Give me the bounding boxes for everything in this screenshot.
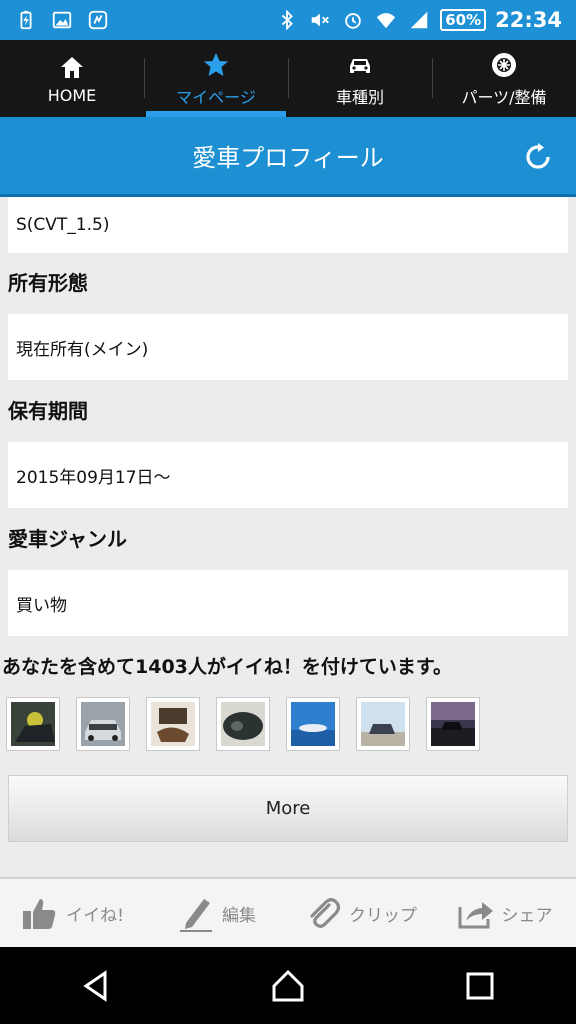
liker-avatar[interactable] (356, 697, 410, 751)
like-button[interactable]: イイね! (0, 879, 144, 947)
nav-home[interactable]: HOME (0, 40, 144, 117)
nav-car-type[interactable]: 車種別 (288, 40, 432, 117)
android-nav-bar (0, 947, 576, 1024)
liker-avatar[interactable] (146, 697, 200, 751)
liker-avatar[interactable] (6, 697, 60, 751)
liker-avatar[interactable] (216, 697, 270, 751)
ownership-heading: 所有形態 (8, 271, 88, 295)
period-card: 2015年09月17日〜 (8, 442, 568, 508)
nav-mypage-label: マイページ (176, 87, 256, 107)
wifi-icon (374, 8, 398, 32)
nav-car-type-label: 車種別 (335, 87, 384, 107)
more-button[interactable]: More (8, 775, 568, 842)
status-bar: 60% 22:34 (0, 0, 576, 40)
genre-heading: 愛車ジャンル (8, 527, 127, 551)
liker-avatar[interactable] (426, 697, 480, 751)
liker-avatar[interactable] (286, 697, 340, 751)
home-icon (61, 57, 83, 78)
clock: 22:34 (495, 8, 562, 32)
nav-parts[interactable]: パーツ/整備 (432, 40, 576, 117)
clip-label: クリップ (349, 905, 417, 926)
paperclip-icon (310, 898, 341, 928)
car-icon (350, 58, 370, 73)
clip-button[interactable]: クリップ (288, 879, 432, 947)
battery-level: 60% (440, 9, 487, 31)
recents-icon[interactable] (462, 968, 498, 1004)
pen-icon (180, 899, 212, 932)
nav-home-label: HOME (47, 86, 97, 105)
share-label: シェア (501, 905, 553, 926)
top-nav: HOME マイページ 車種別 パーツ/整備 (0, 40, 576, 117)
signal-icon (407, 8, 431, 32)
bluetooth-icon (275, 8, 299, 32)
liker-avatar[interactable] (76, 697, 130, 751)
refresh-icon[interactable] (524, 143, 552, 171)
like-label: イイね! (66, 905, 124, 926)
genre-card: 買い物 (8, 570, 568, 636)
wheel-icon (492, 52, 516, 77)
profile-content: S(CVT_1.5) 所有形態 現在所有(メイン) 保有期間 2015年09月1… (0, 197, 576, 877)
action-bar: イイね! 編集 クリップ シェア (0, 877, 576, 947)
genre-value: 買い物 (16, 595, 67, 616)
nav-mypage[interactable]: マイページ (144, 40, 288, 117)
thumbs-up-icon (23, 899, 56, 929)
alarm-icon (341, 8, 365, 32)
home-circle-icon[interactable] (270, 968, 306, 1004)
period-value: 2015年09月17日〜 (16, 467, 171, 488)
nav-parts-label: パーツ/整備 (461, 87, 547, 107)
share-icon (458, 902, 493, 929)
battery-charging-icon (14, 8, 38, 32)
page-title: 愛車プロフィール (192, 144, 384, 172)
star-icon (204, 52, 228, 76)
ownership-value: 現在所有(メイン) (16, 339, 149, 360)
grade-card: S(CVT_1.5) (8, 197, 568, 253)
share-button[interactable]: シェア (432, 879, 576, 947)
mute-icon (308, 8, 332, 32)
edit-label: 編集 (222, 905, 256, 926)
app-notification-icon (86, 8, 110, 32)
ownership-card: 現在所有(メイン) (8, 314, 568, 380)
edit-button[interactable]: 編集 (144, 879, 288, 947)
back-icon[interactable] (78, 968, 114, 1004)
likes-count-text: あなたを含めて1403人がイイね！を付けています。 (2, 656, 452, 678)
liker-avatars (6, 697, 480, 751)
title-bar: 愛車プロフィール (0, 117, 576, 197)
period-heading: 保有期間 (8, 399, 88, 423)
image-notification-icon (50, 8, 74, 32)
grade-value: S(CVT_1.5) (16, 215, 110, 235)
